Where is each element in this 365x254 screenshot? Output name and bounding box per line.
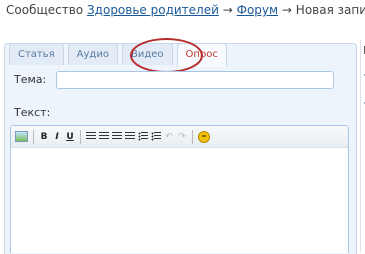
underline-button[interactable]: U bbox=[65, 130, 75, 144]
align-center-icon[interactable] bbox=[99, 132, 109, 141]
right-sidebar-edge: П bbox=[360, 40, 365, 253]
text-label: Текст: bbox=[14, 106, 51, 119]
toolbar-divider bbox=[33, 129, 34, 144]
bold-button[interactable]: B bbox=[39, 130, 49, 144]
post-type-tabs: Статья Аудио Видео Опрос bbox=[9, 43, 227, 67]
align-right-icon[interactable] bbox=[112, 132, 122, 141]
breadcrumb-community-link[interactable]: Здоровье родителей bbox=[87, 3, 219, 17]
italic-button[interactable]: I bbox=[52, 130, 62, 144]
align-justify-icon[interactable] bbox=[125, 132, 135, 141]
tab-audio[interactable]: Аудио bbox=[67, 43, 118, 65]
bullet-list-icon[interactable] bbox=[138, 132, 148, 141]
toolbar-divider bbox=[192, 129, 193, 144]
tab-video[interactable]: Видео bbox=[121, 43, 173, 65]
numbered-list-icon[interactable] bbox=[151, 132, 161, 141]
breadcrumb-forum-link[interactable]: Форум bbox=[237, 3, 278, 17]
topic-label: Тема: bbox=[14, 73, 47, 86]
smiley-icon[interactable] bbox=[198, 130, 210, 143]
redo-icon[interactable]: ↷ bbox=[177, 130, 187, 144]
align-left-icon[interactable] bbox=[86, 132, 96, 141]
tab-poll[interactable]: Опрос bbox=[176, 43, 227, 67]
breadcrumb-separator: → bbox=[281, 3, 292, 17]
breadcrumb: Сообщество Здоровье родителей → Форум → … bbox=[6, 3, 365, 19]
tab-article[interactable]: Статья bbox=[9, 43, 64, 65]
text-editor[interactable]: B I U ↶ ↷ bbox=[10, 125, 349, 253]
breadcrumb-current: Новая запись bbox=[295, 3, 365, 17]
undo-icon[interactable]: ↶ bbox=[164, 130, 174, 144]
insert-image-icon[interactable] bbox=[15, 131, 28, 142]
toolbar-divider bbox=[80, 129, 81, 144]
breadcrumb-separator: → bbox=[222, 3, 233, 17]
breadcrumb-prefix: Сообщество bbox=[6, 3, 84, 17]
editor-toolbar: B I U ↶ ↷ bbox=[11, 126, 348, 148]
topic-input[interactable] bbox=[56, 71, 334, 89]
